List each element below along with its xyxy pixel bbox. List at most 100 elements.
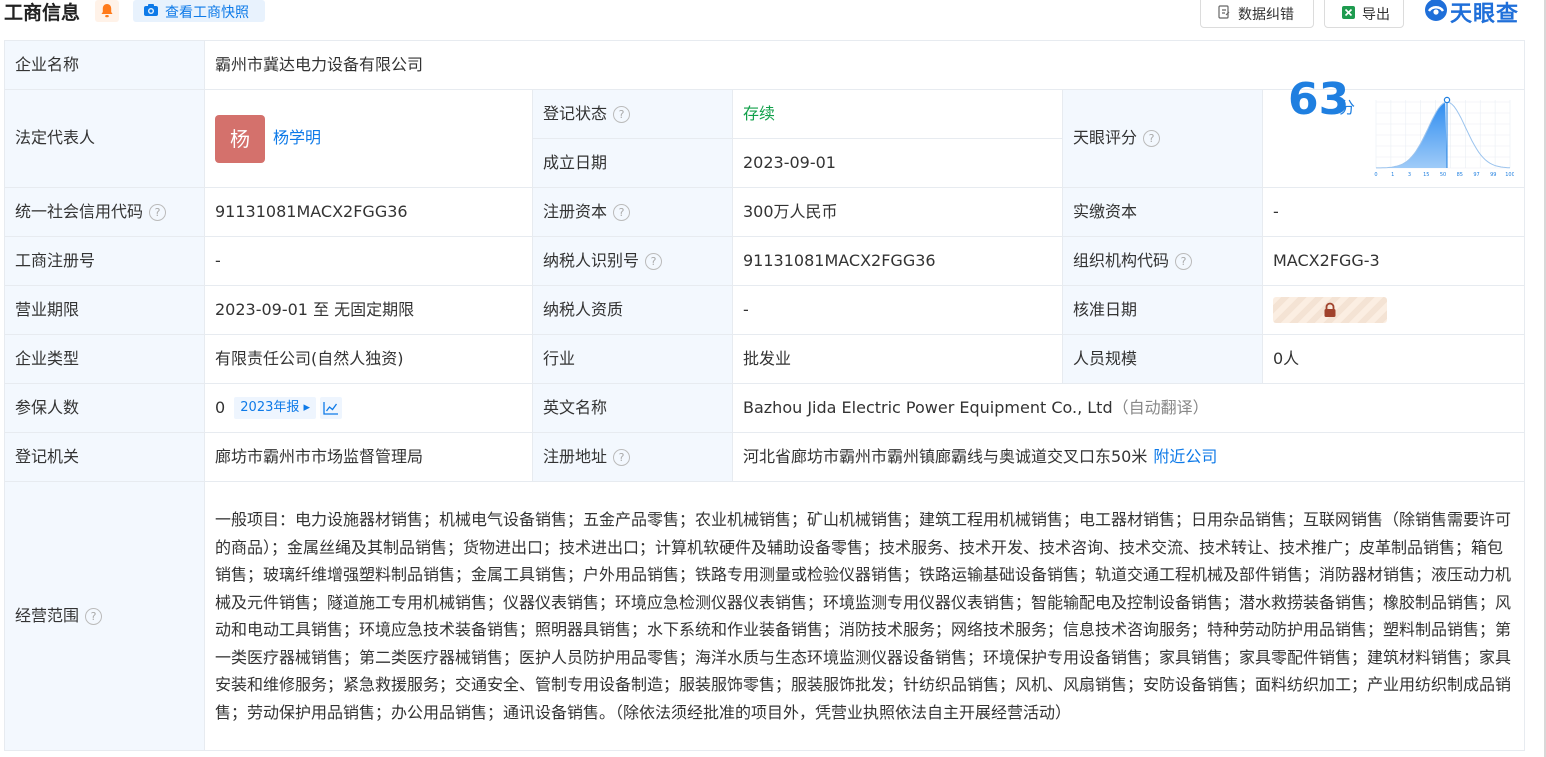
company-name-label: 企业名称 [4,40,205,90]
brand-name: 天眼查 [1450,2,1520,27]
approve-date-label: 核准日期 [1062,285,1263,335]
scope-value: 一般项目：电力设施器材销售；机械电气设备销售；五金产品零售；农业机械销售；矿山机… [203,481,1526,751]
reg-address-value: 河北省廊坊市霸州市霸州镇廊霸线与奥诚道交叉口东50米 [743,446,1148,466]
table-row: 统一社会信用代码? 91131081MACX2FGG36 注册资本? 300万人… [4,187,1526,237]
score-unit: 分 [1339,98,1356,117]
insured-label: 参保人数 [4,383,205,433]
table-row: 营业期限 2023-09-01 至 无固定期限 纳税人资质 - 核准日期 [4,285,1526,335]
trend-chart-icon[interactable] [320,397,343,420]
biz-reg-no-label: 工商注册号 [4,236,205,286]
approve-date-cell [1261,285,1526,335]
camera-icon [144,4,158,16]
staff-size-value: 0人 [1261,334,1526,384]
paid-capital-label: 实缴资本 [1062,187,1263,237]
taxpayer-id-label-cell: 纳税人识别号? [532,236,733,286]
lock-icon [1324,302,1336,317]
tick-label: 50 [1440,172,1446,178]
excel-icon [1342,6,1355,19]
taxpayer-id-label: 纳税人识别号 [543,250,640,270]
tick-label: 3 [1408,172,1411,178]
staff-size-label: 人员规模 [1062,334,1263,384]
annual-report-button[interactable]: 2023年报 ▸ [234,397,317,420]
insured-cell: 0 2023年报 ▸ [204,383,533,433]
taxpayer-qual-label: 纳税人资质 [532,285,733,335]
bell-icon[interactable] [95,0,119,22]
help-icon[interactable]: ? [1175,252,1193,270]
help-icon[interactable]: ? [613,203,631,221]
reg-address-label-cell: 注册地址? [532,432,733,482]
industry-label: 行业 [532,334,733,384]
credit-code-label-cell: 统一社会信用代码? [4,187,205,237]
help-icon[interactable]: ? [85,607,103,625]
business-info-table: 企业名称 霸州市冀达电力设备有限公司 法定代表人 杨杨学明 登记状态? 存续 天… [4,40,1526,751]
score-marker-dot [1443,96,1451,104]
help-icon[interactable]: ? [645,252,663,270]
company-type-label: 企业类型 [4,334,205,384]
legal-rep-link[interactable]: 杨学明 [273,128,321,147]
data-correction-button[interactable]: 数据纠错 [1200,0,1314,28]
taxpayer-qual-value: - [732,285,1063,335]
org-code-value: MACX2FGG-3 [1261,236,1526,286]
org-code-label: 组织机构代码 [1073,250,1170,270]
scope-label-cell: 经营范围? [4,481,205,751]
company-type-value: 有限责任公司(自然人独资) [204,334,533,384]
tick-label: 100 [1505,172,1514,178]
paid-capital-value: - [1261,187,1526,237]
table-row: 经营范围? 一般项目：电力设施器材销售；机械电气设备销售；五金产品零售；农业机械… [4,481,1526,751]
english-name-label: 英文名称 [532,383,733,433]
credit-code-label: 统一社会信用代码 [15,201,144,221]
nearby-companies-link[interactable]: 附近公司 [1153,447,1217,466]
score-distribution-chart: 0 1 3 15 50 85 97 99 100 [1374,96,1514,178]
reg-status-label-cell: 登记状态? [532,89,733,139]
tick-label: 85 [1457,172,1463,178]
reg-capital-label: 注册资本 [543,201,608,221]
score-label: 天眼评分 [1073,128,1138,148]
insured-count: 0 [215,397,226,417]
found-date-value: 2023-09-01 [732,138,1063,188]
table-row: 登记机关 廊坊市霸州市市场监督管理局 注册地址? 河北省廊坊市霸州市霸州镇廊霸线… [4,432,1526,482]
export-button[interactable]: 导出 [1324,0,1404,28]
table-row: 参保人数 0 2023年报 ▸ 英文名称 Bazhou Jida Electri… [4,383,1526,433]
credit-code-value: 91131081MACX2FGG36 [204,187,533,237]
reg-status-value: 存续 [732,89,1063,139]
reg-status-label: 登记状态 [543,103,608,123]
tick-label: 1 [1391,172,1394,178]
table-row: 工商注册号 - 纳税人识别号? 91131081MACX2FGG36 组织机构代… [4,236,1526,286]
avatar[interactable]: 杨 [215,114,265,163]
scope-label: 经营范围 [15,605,80,625]
help-icon[interactable]: ? [1143,130,1161,148]
legal-rep-label: 法定代表人 [4,89,205,188]
view-snapshot-label: 查看工商快照 [165,5,249,21]
reg-authority-label: 登记机关 [4,432,205,482]
locked-value[interactable] [1273,297,1387,323]
tick-label: 15 [1423,172,1429,178]
reg-address-cell: 河北省廊坊市霸州市霸州镇廊霸线与奥诚道交叉口东50米 附近公司 [731,432,1526,482]
tick-label: 0 [1374,172,1377,178]
reg-address-label: 注册地址 [543,446,608,466]
help-icon[interactable]: ? [149,203,167,221]
legal-rep-cell: 杨杨学明 [204,89,533,188]
tick-label: 99 [1490,172,1496,178]
industry-value: 批发业 [732,334,1063,384]
export-label: 导出 [1362,7,1390,23]
biz-term-value: 2023-09-01 至 无固定期限 [204,285,533,335]
help-icon[interactable]: ? [613,105,631,123]
english-name-cell: Bazhou Jida Electric Power Equipment Co.… [731,383,1526,433]
help-icon[interactable]: ? [613,448,631,466]
section-title: 工商信息 [4,2,81,24]
reg-capital-label-cell: 注册资本? [532,187,733,237]
reg-authority-value: 廊坊市霸州市市场监督管理局 [204,432,533,482]
score-label-cell: 天眼评分? [1062,89,1263,188]
data-correction-label: 数据纠错 [1238,7,1294,23]
view-snapshot-button[interactable]: 查看工商快照 [133,0,265,22]
english-name-value: Bazhou Jida Electric Power Equipment Co.… [743,397,1113,417]
reg-capital-value: 300万人民币 [732,187,1063,237]
biz-term-label: 营业期限 [4,285,205,335]
tick-label: 97 [1473,172,1479,178]
brand-icon [1425,0,1447,21]
section-header: 工商信息 查看工商快照 数据纠错 导出 天眼查 [0,0,1546,34]
annual-report-label: 2023年报 [240,400,300,416]
edit-doc-icon [1218,5,1230,19]
org-code-label-cell: 组织机构代码? [1062,236,1263,286]
auto-translate-note: （自动翻译） [1112,397,1209,417]
